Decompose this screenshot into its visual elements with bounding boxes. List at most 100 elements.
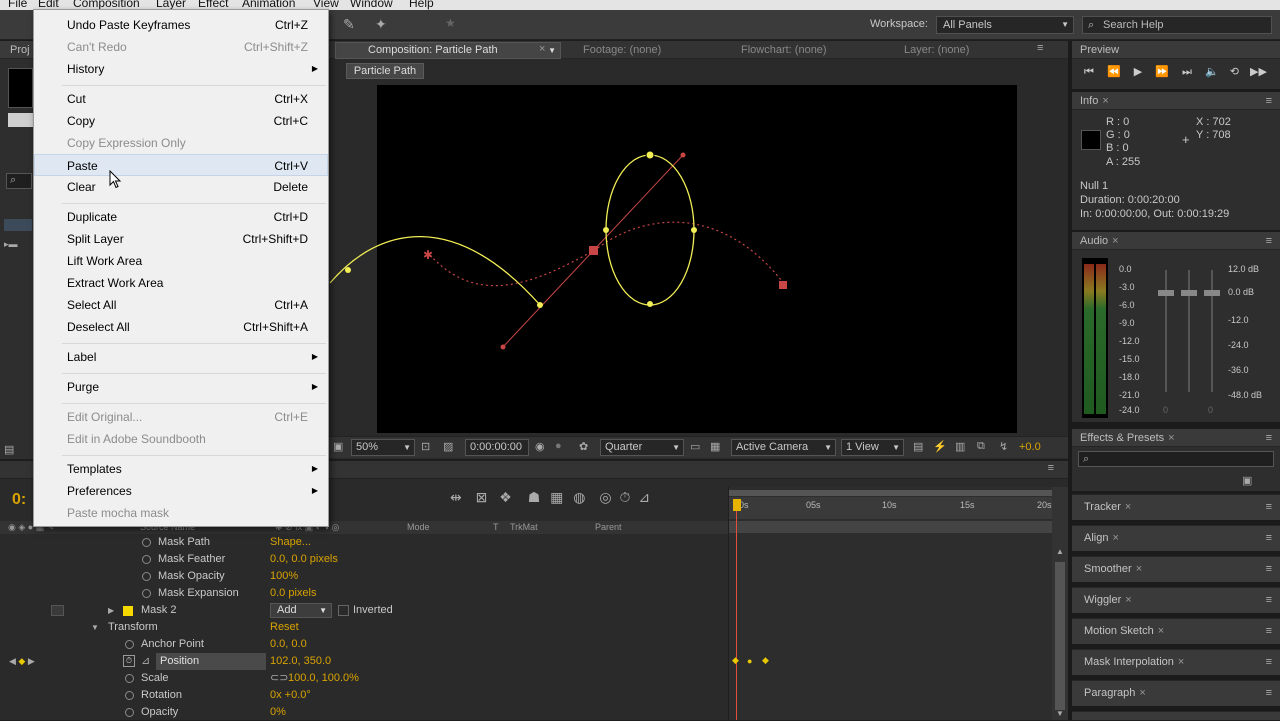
property-value[interactable]: 0%	[270, 704, 286, 721]
keyframe-nav-icon[interactable]: ◀ ◆ ▶	[9, 653, 35, 670]
table-row[interactable]: Mask Feather 0.0, 0.0 pixels	[0, 551, 728, 568]
project-item-row[interactable]	[4, 219, 32, 231]
prev-frame-icon[interactable]: ⏪	[1107, 66, 1121, 78]
tab-footage[interactable]: Footage: (none)	[583, 44, 661, 56]
menu-help[interactable]: Help	[409, 0, 434, 10]
menu-item-undo-paste-keyframes[interactable]: Undo Paste Keyframes Ctrl+Z	[34, 14, 328, 36]
table-row[interactable]: Rotation 0x +0.0°	[0, 687, 728, 704]
header-parent[interactable]: Parent	[595, 522, 622, 532]
paragraph-panel[interactable]: Paragraph × ≡	[1072, 680, 1280, 706]
project-panel-tab[interactable]: Proj	[0, 41, 33, 59]
graph-icon[interactable]: ⊿	[141, 653, 150, 670]
brainstorm-icon[interactable]: ◎	[599, 489, 611, 505]
project-search-icon[interactable]: ⌕	[6, 173, 32, 189]
property-value[interactable]: Shape...	[270, 534, 311, 551]
menu-item-label[interactable]: Label ▶	[34, 346, 328, 368]
next-frame-icon[interactable]: ⏩	[1155, 66, 1169, 78]
panel-menu-icon[interactable]: ≡	[1266, 681, 1272, 705]
close-icon[interactable]: ×	[1158, 625, 1164, 637]
reset-exposure-icon[interactable]: ↯	[999, 440, 1008, 453]
table-row[interactable]: Anchor Point 0.0, 0.0	[0, 636, 728, 653]
header-mode[interactable]: Mode	[407, 522, 430, 532]
scroll-down-icon[interactable]: ▼	[1056, 709, 1064, 718]
menu-item-deselect-all[interactable]: Deselect All Ctrl+Shift+A	[34, 316, 328, 338]
property-value[interactable]: 0.0, 0.0 pixels	[270, 551, 338, 568]
menu-item-preferences[interactable]: Preferences ▶	[34, 480, 328, 502]
play-icon[interactable]: ▶	[1134, 66, 1142, 78]
menu-item-paste[interactable]: Paste Ctrl+V	[34, 154, 328, 176]
show-snapshot-icon[interactable]: ●	[555, 440, 562, 452]
frame-blending-icon[interactable]: ▦	[550, 489, 563, 505]
property-value[interactable]: 100%	[270, 568, 298, 585]
effects-search-input[interactable]: ⌕	[1078, 451, 1274, 467]
last-frame-icon[interactable]: ⏭	[1182, 66, 1192, 78]
view-layout-dropdown[interactable]: 1 View ▼	[841, 439, 904, 456]
close-icon[interactable]: ×	[1139, 687, 1145, 699]
property-value[interactable]: 100.0, 100.0%	[288, 670, 359, 687]
toggle-pixel-icon[interactable]: ▤	[913, 440, 923, 453]
panel-menu-icon[interactable]: ≡	[1266, 495, 1272, 519]
folder-icon[interactable]: ▸▬	[4, 239, 18, 250]
brush-tool-icon[interactable]: ✎	[343, 16, 361, 34]
expand-arrow-icon[interactable]: ▶	[108, 602, 114, 619]
menu-item-copy[interactable]: Copy Ctrl+C	[34, 110, 328, 132]
work-area-bar[interactable]	[729, 490, 1053, 496]
tracker-panel[interactable]: Tracker × ≡	[1072, 494, 1280, 520]
snapshot-icon[interactable]: ◉	[535, 440, 545, 453]
header-t[interactable]: T	[493, 522, 499, 532]
scroll-up-icon[interactable]: ▲	[1056, 547, 1064, 556]
panel-menu-icon[interactable]: ≡	[1048, 462, 1054, 474]
table-row[interactable]: Mask Expansion 0.0 pixels	[0, 585, 728, 602]
close-icon[interactable]: ×	[1102, 95, 1108, 107]
menu-item-select-all[interactable]: Select All Ctrl+A	[34, 294, 328, 316]
panel-menu-icon[interactable]: ≡	[1266, 557, 1272, 581]
zoom-dropdown[interactable]: 50% ▼	[351, 439, 415, 456]
new-folder-icon[interactable]: ▣	[1242, 474, 1252, 487]
mask-mode-dropdown[interactable]: Add ▼	[270, 603, 332, 618]
timeline-icon[interactable]: ▥	[955, 440, 965, 453]
align-panel[interactable]: Align × ≡	[1072, 525, 1280, 551]
tab-composition[interactable]: Composition: Particle Path ▼	[335, 42, 561, 59]
table-row[interactable]: ◀ ◆ ▶ ⏱ ⊿ Position 102.0, 350.0	[0, 653, 728, 670]
close-icon[interactable]: ×	[1112, 235, 1118, 247]
time-graph[interactable]: 0s 05s 10s 15s 20s ◆ ● ◆	[728, 487, 1053, 720]
graph-editor-icon[interactable]: ⊿	[638, 489, 650, 505]
effects-presets-tab[interactable]: Effects & Presets × ≡	[1072, 429, 1280, 447]
close-icon[interactable]: ×	[1168, 432, 1174, 444]
stopwatch-icon[interactable]	[125, 691, 134, 700]
menu-item-clear[interactable]: Clear Delete	[34, 176, 328, 198]
keyframe-diamond[interactable]: ◆	[762, 655, 769, 666]
stopwatch-icon[interactable]: ⏱	[620, 489, 631, 505]
mask-color-swatch[interactable]	[123, 606, 133, 616]
current-time-indicator-icon[interactable]	[733, 499, 741, 511]
timeline-timecode-partial[interactable]: 0:	[12, 491, 26, 509]
table-row[interactable]: ▼ Transform Reset	[0, 619, 728, 636]
property-value[interactable]: Reset	[270, 619, 299, 636]
workspace-dropdown[interactable]: All Panels ▼	[936, 16, 1074, 34]
tab-flowchart[interactable]: Flowchart: (none)	[741, 44, 827, 56]
preview-tab[interactable]: Preview	[1072, 41, 1280, 59]
panel-menu-icon[interactable]: ≡	[1266, 526, 1272, 550]
property-value[interactable]: 102.0, 350.0	[270, 653, 331, 670]
search-tl-icon[interactable]: ⇹	[450, 489, 462, 505]
panel-menu-icon[interactable]: ≡	[1266, 232, 1272, 250]
menu-item-duplicate[interactable]: Duplicate Ctrl+D	[34, 206, 328, 228]
menu-item-split-layer[interactable]: Split Layer Ctrl+Shift+D	[34, 228, 328, 250]
menu-item-purge[interactable]: Purge ▶	[34, 376, 328, 398]
roi-icon[interactable]: ▭	[690, 440, 700, 453]
stopwatch-icon[interactable]	[125, 674, 134, 683]
menu-item-lift-work-area[interactable]: Lift Work Area	[34, 250, 328, 272]
tab-layer[interactable]: Layer: (none)	[904, 44, 969, 56]
menu-file[interactable]: File	[8, 0, 27, 10]
panel-menu-icon[interactable]: ≡	[1266, 429, 1272, 447]
property-value[interactable]: 0.0, 0.0	[270, 636, 307, 653]
transparency-grid-icon[interactable]: ▨	[443, 440, 453, 453]
keyframe-dot[interactable]: ●	[747, 656, 752, 666]
timeline-scrollbar[interactable]: ▲ ▼	[1052, 487, 1068, 720]
table-row[interactable]: Mask Path Shape...	[0, 534, 728, 551]
camera-dropdown[interactable]: Active Camera ▼	[731, 439, 836, 456]
collapse-arrow-icon[interactable]: ▼	[91, 619, 99, 636]
table-row[interactable]: Scale ⊂⊃ 100.0, 100.0%	[0, 670, 728, 687]
time-ruler[interactable]: 0s 05s 10s 15s 20s	[729, 497, 1053, 519]
fast-preview-icon[interactable]: ⚡	[933, 440, 947, 453]
